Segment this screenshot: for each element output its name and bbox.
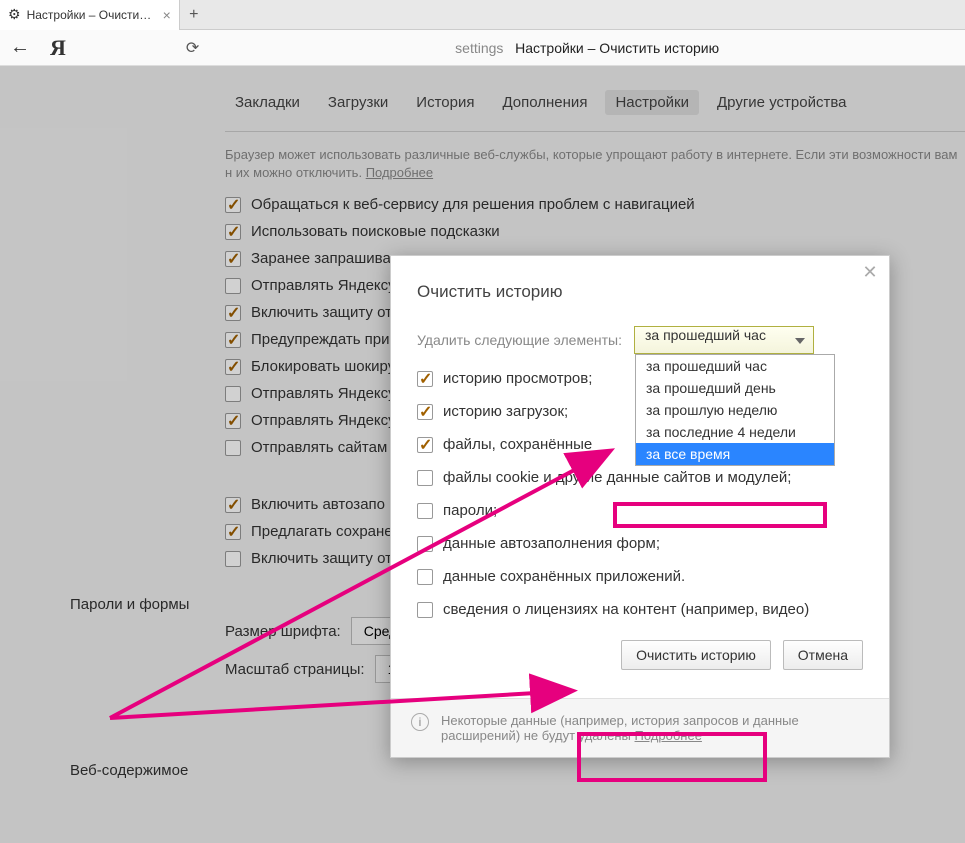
- checkbox[interactable]: [417, 602, 433, 618]
- font-size-label: Размер шрифта:: [225, 623, 341, 640]
- divider: [225, 131, 965, 132]
- dialog-title: Очистить историю: [417, 282, 863, 302]
- checkbox-label: Включить защиту от: [251, 550, 392, 567]
- checkbox-label: Предупреждать при: [251, 331, 390, 348]
- checkbox[interactable]: [417, 470, 433, 486]
- checkbox-label: Блокировать шокиру: [251, 358, 395, 375]
- checkbox-label: файлы cookie и другие данные сайтов и мо…: [443, 469, 791, 486]
- nav-tab-0[interactable]: Закладки: [225, 90, 310, 115]
- checkbox[interactable]: [417, 404, 433, 420]
- checkbox-label: Предлагать сохране: [251, 523, 393, 540]
- nav-tab-4[interactable]: Настройки: [605, 90, 699, 115]
- checkbox[interactable]: [225, 197, 241, 213]
- gear-icon: ⚙: [8, 6, 21, 23]
- checkbox[interactable]: [225, 224, 241, 240]
- checkbox[interactable]: [225, 251, 241, 267]
- reload-button[interactable]: ⟳: [186, 38, 199, 58]
- address-bar[interactable]: settings Настройки – Очистить историю: [219, 40, 955, 56]
- dialog-footer: i Некоторые данные (например, история за…: [391, 698, 889, 757]
- checkbox-row: данные автозаполнения форм;: [417, 535, 863, 552]
- checkbox[interactable]: [417, 569, 433, 585]
- checkbox[interactable]: [225, 440, 241, 456]
- time-range-label: Удалить следующие элементы:: [417, 332, 622, 348]
- learn-more-link[interactable]: Подробнее: [366, 165, 433, 180]
- tab-title: Настройки – Очистить и: [27, 8, 157, 22]
- checkbox-label: Отправлять Яндексу: [251, 385, 396, 402]
- clear-history-button[interactable]: Очистить историю: [621, 640, 771, 670]
- checkbox-row: Обращаться к веб-сервису для решения про…: [225, 196, 965, 213]
- footer-learn-more-link[interactable]: Подробнее: [635, 728, 702, 743]
- checkbox-row: файлы cookie и другие данные сайтов и мо…: [417, 469, 863, 486]
- tab-strip: ⚙ Настройки – Очистить и × +: [0, 0, 965, 30]
- checkbox[interactable]: [417, 371, 433, 387]
- time-range-option[interactable]: за последние 4 недели: [636, 421, 834, 443]
- checkbox-row: пароли;: [417, 502, 863, 519]
- checkbox-row: сведения о лицензиях на контент (наприме…: [417, 601, 863, 618]
- checkbox[interactable]: [225, 386, 241, 402]
- checkbox-label: Включить автозапо: [251, 496, 385, 513]
- checkbox[interactable]: [417, 536, 433, 552]
- checkbox[interactable]: [225, 497, 241, 513]
- checkbox-label: пароли;: [443, 502, 497, 519]
- checkbox[interactable]: [225, 359, 241, 375]
- nav-tab-3[interactable]: Дополнения: [492, 90, 597, 115]
- time-range-option[interactable]: за прошлую неделю: [636, 399, 834, 421]
- checkbox-label: данные автозаполнения форм;: [443, 535, 660, 552]
- clear-history-dialog: ✕ Очистить историю Удалить следующие эле…: [390, 255, 890, 758]
- checkbox-label: Отправлять Яндексу: [251, 412, 396, 429]
- nav-tab-1[interactable]: Загрузки: [318, 90, 398, 115]
- section-title-passwords: Пароли и формы: [70, 596, 189, 613]
- checkbox[interactable]: [225, 413, 241, 429]
- checkbox-label: данные сохранённых приложений.: [443, 568, 685, 585]
- checkbox-label: историю загрузок;: [443, 403, 568, 420]
- checkbox[interactable]: [225, 551, 241, 567]
- time-range-option[interactable]: за прошедший день: [636, 377, 834, 399]
- checkbox[interactable]: [225, 305, 241, 321]
- checkbox-label: файлы, сохранённые: [443, 436, 592, 453]
- checkbox[interactable]: [417, 503, 433, 519]
- checkbox[interactable]: [225, 278, 241, 294]
- checkbox-label: Заранее запрашива: [251, 250, 391, 267]
- cancel-button[interactable]: Отмена: [783, 640, 863, 670]
- section-title-content: Веб-содержимое: [70, 762, 188, 779]
- nav-tab-5[interactable]: Другие устройства: [707, 90, 856, 115]
- checkbox[interactable]: [225, 332, 241, 348]
- section-description: Браузер может использовать различные веб…: [225, 146, 965, 182]
- browser-tab[interactable]: ⚙ Настройки – Очистить и ×: [0, 0, 180, 30]
- zoom-label: Масштаб страницы:: [225, 661, 365, 678]
- nav-tab-2[interactable]: История: [406, 90, 484, 115]
- time-range-option[interactable]: за прошедший час: [636, 355, 834, 377]
- checkbox-label: Включить защиту от: [251, 304, 392, 321]
- checkbox-label: Обращаться к веб-сервису для решения про…: [251, 196, 695, 213]
- close-icon[interactable]: ×: [163, 7, 171, 23]
- back-button[interactable]: ←: [10, 36, 30, 59]
- checkbox-label: историю просмотров;: [443, 370, 592, 387]
- checkbox-row: данные сохранённых приложений.: [417, 568, 863, 585]
- checkbox-label: Использовать поисковые подсказки: [251, 223, 500, 240]
- nav-tabs: Закладки Загрузки История Дополнения Настрой…: [70, 66, 965, 125]
- checkbox[interactable]: [417, 437, 433, 453]
- checkbox-row: Использовать поисковые подсказки: [225, 223, 965, 240]
- time-range-options: за прошедший часза прошедший деньза прош…: [635, 354, 835, 466]
- yandex-logo[interactable]: Я: [50, 35, 66, 61]
- checkbox-label: Отправлять Яндексу: [251, 277, 396, 294]
- time-range-option[interactable]: за все время: [636, 443, 834, 465]
- browser-toolbar: ← Я ⟳ settings Настройки – Очистить исто…: [0, 30, 965, 66]
- new-tab-button[interactable]: +: [180, 6, 208, 24]
- checkbox[interactable]: [225, 524, 241, 540]
- time-range-dropdown[interactable]: за прошедший час за прошедший часза прош…: [634, 326, 814, 354]
- checkbox-label: сведения о лицензиях на контент (наприме…: [443, 601, 809, 618]
- checkbox-label: Отправлять сайтам: [251, 439, 387, 456]
- info-icon: i: [411, 713, 429, 731]
- close-dialog-button[interactable]: ✕: [859, 262, 881, 284]
